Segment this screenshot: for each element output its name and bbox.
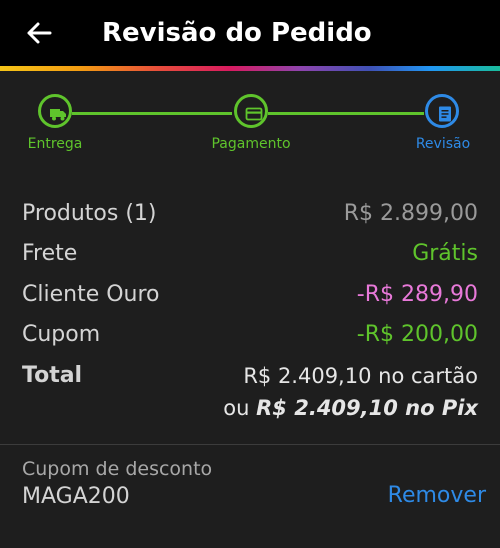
coupon-section-label: Cupom de desconto xyxy=(22,458,213,480)
page-title: Revisão do Pedido xyxy=(102,18,372,48)
section-divider xyxy=(0,444,500,445)
document-icon xyxy=(439,106,451,122)
gold-client-label: Cliente Ouro xyxy=(22,282,160,307)
step-revisao[interactable] xyxy=(425,94,459,128)
shipping-row: Frete Grátis xyxy=(22,234,478,274)
products-value: R$ 2.899,00 xyxy=(343,201,478,226)
step-label-entrega: Entrega xyxy=(27,136,83,152)
credit-card-icon xyxy=(245,107,263,121)
coupon-discount: -R$ 200,00 xyxy=(356,322,478,347)
remove-coupon-button[interactable]: Remover xyxy=(388,480,486,512)
total-label: Total xyxy=(22,363,83,388)
step-label-pagamento: Pagamento xyxy=(211,136,291,152)
gold-client-row: Cliente Ouro -R$ 289,90 xyxy=(22,275,478,315)
total-pix-line: ou R$ 2.409,10 no Pix xyxy=(223,392,478,424)
order-review-screen: Revisão do Pedido Entrega Pagamento Revi… xyxy=(0,0,500,548)
gold-client-discount: -R$ 289,90 xyxy=(356,282,478,307)
arrow-left-icon[interactable] xyxy=(24,18,54,48)
total-pix-value: R$ 2.409,10 no Pix xyxy=(256,396,478,420)
step-label-revisao: Revisão xyxy=(415,136,471,152)
app-header: Revisão do Pedido xyxy=(0,0,500,66)
total-card-suffix: no cartão xyxy=(378,364,478,388)
step-pagamento[interactable] xyxy=(234,94,268,128)
step-connector xyxy=(268,112,424,115)
coupon-code: MAGA200 xyxy=(22,484,130,509)
step-connector xyxy=(72,112,232,115)
truck-icon xyxy=(50,109,66,121)
checkout-stepper: Entrega Pagamento Revisão xyxy=(0,71,500,165)
coupon-row-label: Cupom xyxy=(22,322,101,347)
total-card-line: R$ 2.409,10 no cartão xyxy=(243,360,478,392)
products-label: Produtos (1) xyxy=(22,201,157,226)
shipping-value: Grátis xyxy=(412,241,478,266)
total-card-value: R$ 2.409,10 xyxy=(243,364,372,388)
step-entrega[interactable] xyxy=(38,94,72,128)
products-row: Produtos (1) R$ 2.899,00 xyxy=(22,194,478,234)
total-pix-prefix: ou xyxy=(223,396,250,420)
shipping-label: Frete xyxy=(22,241,78,266)
coupon-row: Cupom -R$ 200,00 xyxy=(22,315,478,355)
